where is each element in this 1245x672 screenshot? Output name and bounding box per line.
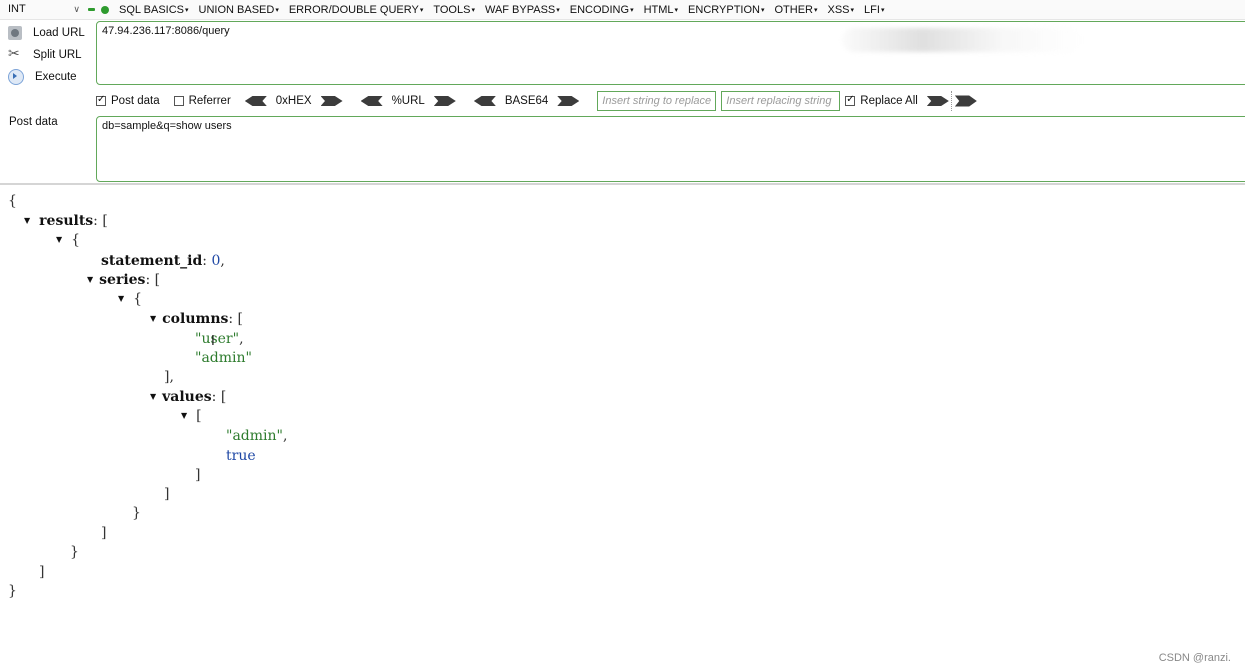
menu-xss[interactable]: XSS▾	[828, 4, 855, 16]
url-value: 47.94.236.117:8086/query	[102, 25, 230, 37]
json-line: true	[226, 447, 256, 465]
replace-forward-arrow-icon[interactable]	[926, 96, 949, 106]
json-line: ]	[101, 525, 107, 541]
url-input[interactable]: 47.94.236.117:8086/query	[96, 21, 1245, 85]
json-line-columns: ▼ columns: [	[150, 311, 244, 327]
menu-error-double-query[interactable]: ERROR/DOUBLE QUERY▾	[289, 4, 424, 16]
json-line-values: ▼ values: [	[150, 389, 227, 405]
hex-encoder: 0xHEX	[244, 95, 343, 107]
json-line: ]	[195, 467, 201, 483]
json-line: "admin"	[195, 349, 252, 367]
menu-lfi[interactable]: LFI▾	[864, 4, 884, 16]
json-line: {	[8, 193, 17, 209]
json-line-results: ▼ results: [	[24, 213, 108, 229]
execute-button[interactable]: Execute	[0, 66, 92, 88]
referrer-checkbox[interactable]	[173, 96, 184, 106]
json-key-columns: columns	[162, 311, 229, 327]
json-value-column-user: "user"	[195, 331, 240, 347]
expand-triangle-icon[interactable]: ▼	[181, 411, 187, 420]
find-string-input[interactable]	[597, 91, 717, 111]
load-url-label: Load URL	[33, 27, 85, 39]
play-icon	[8, 69, 24, 85]
expand-triangle-icon[interactable]: ▼	[118, 294, 124, 303]
injection-type-value: INT	[8, 3, 26, 15]
replace-all-checkbox[interactable]	[845, 94, 856, 106]
scissors-icon	[8, 45, 22, 62]
expand-triangle-icon[interactable]: ▼	[150, 314, 156, 323]
json-value-admin: "admin"	[226, 428, 283, 444]
menu-waf-bypass[interactable]: WAF BYPASS▾	[485, 4, 560, 16]
post-data-checkbox-label: Post data	[111, 95, 160, 107]
text-cursor-icon: I	[211, 334, 215, 349]
post-data-value: db=sample&q=show users	[102, 120, 232, 132]
json-line: }	[8, 583, 17, 599]
json-line: ],	[164, 369, 174, 385]
plus-icon[interactable]	[101, 5, 109, 14]
menu-tools[interactable]: TOOLS▾	[433, 4, 475, 16]
options-toolbar: Post data Referrer 0xHEX %URL BASE64 Rep…	[96, 90, 1245, 112]
menu-union-based[interactable]: UNION BASED▾	[199, 4, 279, 16]
post-data-label: Post data	[9, 116, 58, 128]
post-data-checkbox[interactable]	[96, 94, 106, 106]
json-line: ]	[39, 564, 45, 580]
url-encoder: %URL	[360, 95, 456, 107]
json-viewer: { ▼ results: [ ▼{ statement_id: 0, ▼ serie…	[0, 186, 1245, 672]
menu-html[interactable]: HTML▾	[644, 4, 678, 16]
json-line: ▼{	[56, 232, 81, 248]
replace-apply-arrow-icon[interactable]	[954, 95, 977, 107]
expand-triangle-icon[interactable]: ▼	[56, 235, 62, 244]
json-line: "user",	[195, 331, 244, 347]
hex-decode-arrow-icon[interactable]	[244, 96, 267, 106]
expand-triangle-icon[interactable]: ▼	[24, 216, 30, 225]
hex-encode-arrow-icon[interactable]	[320, 96, 343, 106]
base64-decode-arrow-icon[interactable]	[473, 96, 496, 106]
menu-bar: INT ∨ SQL BASICS▾ UNION BASED▾ ERROR/DOU…	[0, 0, 1245, 20]
split-url-label: Split URL	[33, 49, 82, 61]
expand-triangle-icon[interactable]: ▼	[150, 392, 156, 401]
base64-encode-arrow-icon[interactable]	[557, 96, 580, 106]
url-encode-arrow-icon[interactable]	[433, 96, 456, 106]
menu-encryption[interactable]: ENCRYPTION▾	[688, 4, 764, 16]
hex-label: 0xHEX	[275, 95, 312, 107]
redacted-area	[842, 28, 1082, 52]
replace-all-label: Replace All	[860, 95, 918, 107]
json-line-series: ▼ series: [	[87, 272, 161, 288]
base64-label: BASE64	[504, 95, 549, 107]
minus-icon[interactable]	[88, 8, 95, 11]
menu-other[interactable]: OTHER▾	[774, 4, 817, 16]
chevron-down-icon: ∨	[73, 4, 80, 14]
json-key-results: results	[39, 213, 94, 229]
json-line: "admin",	[226, 428, 288, 444]
json-line: ▼[	[181, 408, 202, 424]
json-key-values: values	[162, 389, 212, 405]
json-line: }	[132, 505, 141, 521]
url-label: %URL	[391, 95, 425, 107]
base64-encoder: BASE64	[473, 95, 580, 107]
toolbar-divider	[950, 91, 953, 111]
referrer-checkbox-label: Referrer	[188, 95, 231, 107]
json-line: ▼{	[118, 291, 143, 307]
json-line: }	[70, 544, 79, 560]
split-url-button[interactable]: Split URL	[0, 44, 92, 66]
json-value-column-admin: "admin"	[195, 350, 252, 366]
replace-string-input[interactable]	[721, 91, 841, 111]
json-line-statement-id: statement_id: 0,	[101, 253, 225, 269]
injection-type-select[interactable]: INT ∨	[0, 0, 84, 19]
watermark: CSDN @ranzi.	[1158, 652, 1231, 664]
execute-label: Execute	[35, 71, 77, 83]
json-key-statement-id: statement_id	[101, 253, 203, 269]
menu-encoding[interactable]: ENCODING▾	[570, 4, 634, 16]
menu-sql-basics[interactable]: SQL BASICS▾	[119, 4, 189, 16]
json-line: ]	[164, 486, 170, 502]
json-key-series: series	[99, 272, 146, 288]
url-decode-arrow-icon[interactable]	[360, 96, 383, 106]
load-url-button[interactable]: Load URL	[0, 22, 92, 44]
expand-triangle-icon[interactable]: ▼	[87, 275, 93, 284]
load-url-icon	[8, 26, 22, 40]
panel-divider	[0, 183, 1245, 185]
url-actions: Load URL Split URL Execute	[0, 22, 92, 88]
post-data-input[interactable]: db=sample&q=show users	[96, 116, 1245, 182]
json-value-true: true	[226, 448, 256, 464]
